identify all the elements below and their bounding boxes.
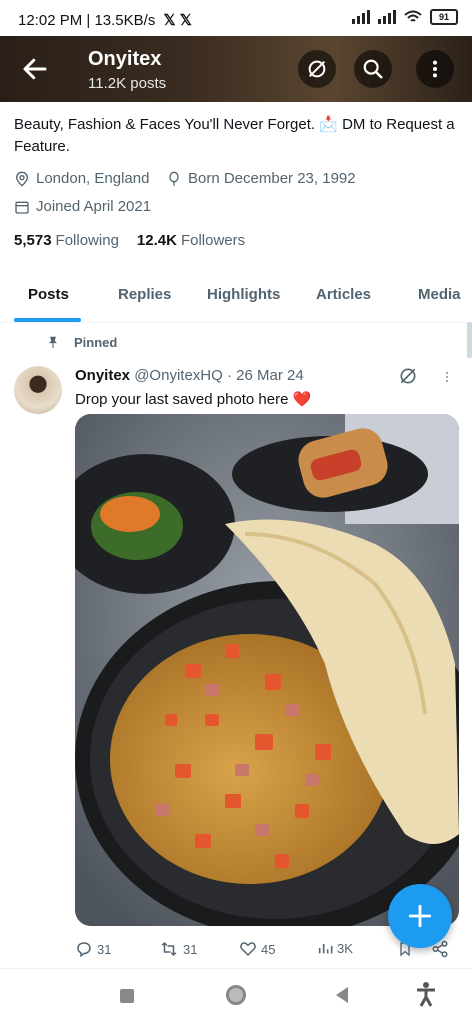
battery-icon: 91	[430, 9, 458, 25]
search-button[interactable]	[354, 50, 392, 88]
joined-text: Joined April 2021	[36, 198, 152, 215]
pin-icon	[48, 336, 58, 348]
followers-label: Followers	[180, 232, 246, 249]
accessibility-icon[interactable]	[414, 981, 438, 1007]
status-bar: 12:02 PM | 13.5KB/s 𝕏 𝕏 91	[0, 0, 472, 36]
compose-button[interactable]	[388, 884, 452, 948]
signal-icon	[352, 10, 370, 24]
views-icon	[318, 944, 333, 954]
grok-icon[interactable]	[398, 366, 418, 386]
battery-level: 91	[438, 12, 449, 22]
location-text: London, England	[36, 170, 150, 187]
more-button[interactable]	[416, 50, 454, 88]
compose-plus-icon	[408, 904, 432, 928]
active-tab-indicator	[14, 318, 81, 322]
profile-header: Onyitex 11.2K posts	[0, 36, 472, 102]
x-logo-icon: 𝕏 𝕏	[163, 12, 192, 29]
search-icon	[363, 59, 383, 79]
repost-count: 31	[183, 941, 198, 957]
balloon-icon	[169, 171, 179, 186]
profile-tabs: Posts Replies Highlights Articles Media	[0, 272, 472, 323]
tab-media[interactable]: Media	[418, 286, 461, 303]
more-vertical-icon	[432, 60, 438, 78]
status-time: 12:02 PM | 13.5KB/s 𝕏 𝕏	[18, 12, 192, 29]
back-arrow-icon[interactable]	[20, 54, 50, 84]
tab-articles[interactable]: Articles	[316, 286, 371, 303]
tweet-date[interactable]: · 26 Mar 24	[227, 367, 304, 384]
home-button[interactable]	[226, 985, 246, 1005]
following-count: 5,573	[14, 232, 52, 249]
tab-highlights[interactable]: Highlights	[207, 286, 280, 303]
reply-icon	[77, 942, 91, 958]
views-count: 3K	[337, 940, 353, 956]
repost-button[interactable]: 31	[159, 940, 197, 958]
followers-count: 12.4K	[136, 232, 177, 249]
tweet-author-handle[interactable]: @OnyitexHQ	[134, 367, 223, 384]
location-icon	[15, 171, 29, 187]
followers-link[interactable]: 12.4K Followers	[137, 232, 245, 249]
tweet-photo[interactable]	[75, 414, 459, 926]
avatar[interactable]	[14, 366, 62, 414]
tab-posts[interactable]: Posts	[28, 286, 69, 303]
tweet-author-name[interactable]: Onyitex	[75, 367, 130, 384]
profile-location: London, England	[14, 170, 149, 187]
profile-joined: Joined April 2021	[14, 198, 151, 215]
recents-button[interactable]	[120, 989, 134, 1003]
repost-icon	[161, 941, 177, 957]
back-button[interactable]	[334, 986, 350, 1004]
profile-bio: Beauty, Fashion & Faces You'll Never For…	[14, 116, 455, 155]
network-speed: 13.5KB/s	[94, 12, 156, 29]
profile-birthday: Born December 23, 1992	[166, 170, 356, 187]
calendar-icon	[15, 201, 29, 214]
system-nav-bar	[0, 968, 472, 1025]
tweet-text: Drop your last saved photo here ❤️	[75, 391, 312, 408]
header-post-count: 11.2K posts	[88, 75, 167, 92]
tab-replies[interactable]: Replies	[118, 286, 171, 303]
grok-button[interactable]	[298, 50, 336, 88]
wifi-icon	[404, 10, 422, 22]
like-button[interactable]: 45	[239, 940, 275, 958]
like-icon	[240, 942, 256, 957]
views-button[interactable]: 3K	[317, 940, 353, 956]
following-link[interactable]: 5,573 Following	[14, 232, 119, 249]
following-label: Following	[55, 232, 119, 249]
header-title: Onyitex	[88, 48, 162, 70]
tweet-header: Onyitex @OnyitexHQ · 26 Mar 24	[75, 367, 304, 384]
reply-count: 31	[97, 941, 112, 957]
born-text: Born December 23, 1992	[188, 170, 356, 187]
follow-stats: 5,573 Following 12.4K Followers	[14, 232, 245, 249]
grok-icon	[308, 60, 326, 78]
clock: 12:02 PM	[18, 12, 83, 29]
status-icons: 91	[352, 9, 458, 25]
tweet-more-icon[interactable]	[440, 368, 454, 386]
signal-icon	[378, 10, 396, 24]
scroll-indicator[interactable]	[467, 322, 472, 358]
food-photo-image	[75, 414, 459, 926]
pinned-text: Pinned	[74, 334, 118, 350]
reply-button[interactable]: 31	[75, 940, 111, 958]
pinned-label: Pinned	[46, 334, 117, 350]
like-count: 45	[261, 941, 276, 957]
